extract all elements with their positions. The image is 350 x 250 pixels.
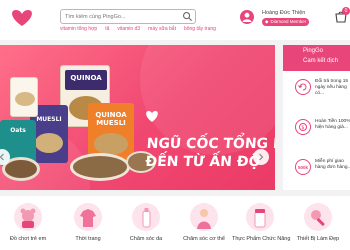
heart-icon [146,111,158,122]
promo-item[interactable]: Đổi trả trong 15 ngày nếu hàng có... [291,79,350,109]
shipping-badge: 500k [297,164,308,170]
promo-text: Hoàn Tiền 100% hiện hàng giả... [315,119,350,130]
refund-icon: $ [295,119,311,135]
category-label: Đồ chơi trẻ em [9,236,47,242]
product-label: Oats [10,127,26,134]
search-icon[interactable] [182,11,193,22]
category-bodycare[interactable]: Chăm sóc cơ thể [176,196,232,250]
quick-link[interactable]: máy sữa bắt [148,26,176,32]
promo-text: Miễn phí giao hàng đơn hàng... [315,159,350,170]
quick-links: vitamin tổng hợp tã vitamin d3 máy sữa b… [60,26,216,32]
cereal-bowl [70,153,130,181]
category-label: Chăm sóc cơ thể [183,236,225,242]
hero-banner[interactable]: QUINOA QUINOA MUESLI MUESLI Oats NGŨ CỐC… [0,45,275,190]
promo-item[interactable]: $ Hoàn Tiền 100% hiện hàng giả... [291,119,350,149]
return-icon [295,79,311,95]
commitment-header: PingGo Cam kết dịch [283,45,350,71]
commitment-subtitle: Cam kết dịch [303,58,339,64]
category-label: Thiết Bị Làm Đẹp [296,236,340,242]
category-label: Thời trang [75,236,101,242]
quick-link[interactable]: vitamin tổng hợp [60,26,97,32]
member-badge: ◆ Diamond Member [262,18,310,26]
promo-text: Đổi trả trong 15 ngày nếu hàng có... [315,79,349,96]
category-label: Thực Phẩm Chức Năng [232,236,291,242]
promo-item[interactable]: 500k Miễn phí giao hàng đơn hàng... [291,159,350,189]
commitment-title: PingGo [303,48,324,54]
product-label: QUINOA [70,74,102,82]
search-bar[interactable] [60,9,196,24]
banner-next-button[interactable] [253,149,269,165]
category-toys[interactable]: Đồ chơi trẻ em [0,196,56,250]
fashion-icon [74,203,102,231]
product-bag-oats-small [10,77,38,117]
member-label: Diamond Member [270,19,307,24]
commitment-panel: PingGo Cam kết dịch Đổi trả trong 15 ngà… [283,45,350,190]
bodycare-icon [190,203,218,231]
search-input[interactable] [65,11,175,23]
quick-link[interactable]: tã [105,26,109,32]
chevron-left-icon [0,153,4,161]
quick-link[interactable]: vitamin d3 [117,26,140,32]
category-skincare[interactable]: Chăm sóc da [118,196,174,250]
beauty-device-icon [304,203,332,231]
toys-icon [14,203,42,231]
category-fashion[interactable]: Thời trang [60,196,116,250]
pinggo-logo[interactable] [6,8,38,28]
svg-text:$: $ [301,125,304,131]
user-avatar-icon[interactable] [240,10,254,24]
category-supplement[interactable]: Thực Phẩm Chức Năng [232,196,291,250]
supplement-icon [246,203,274,231]
category-beauty-device[interactable]: Thiết Bị Làm Đẹp [290,196,346,250]
quick-link[interactable]: bông tẩy trang [184,26,216,32]
cart-count-badge: 0 [342,7,350,15]
skincare-icon [132,203,160,231]
category-label: Chăm sóc da [129,236,163,242]
shipping-icon: 500k [295,159,311,175]
category-row: Đồ chơi trẻ em Thời trang Chăm sóc da Ch… [0,196,350,250]
header: vitamin tổng hợp tã vitamin d3 máy sữa b… [0,0,350,40]
diamond-icon: ◆ [265,19,269,24]
product-label: QUINOA MUESLI [95,111,127,127]
user-name[interactable]: Hoàng Đức Thiện [262,10,305,16]
chevron-right-icon [259,153,264,161]
